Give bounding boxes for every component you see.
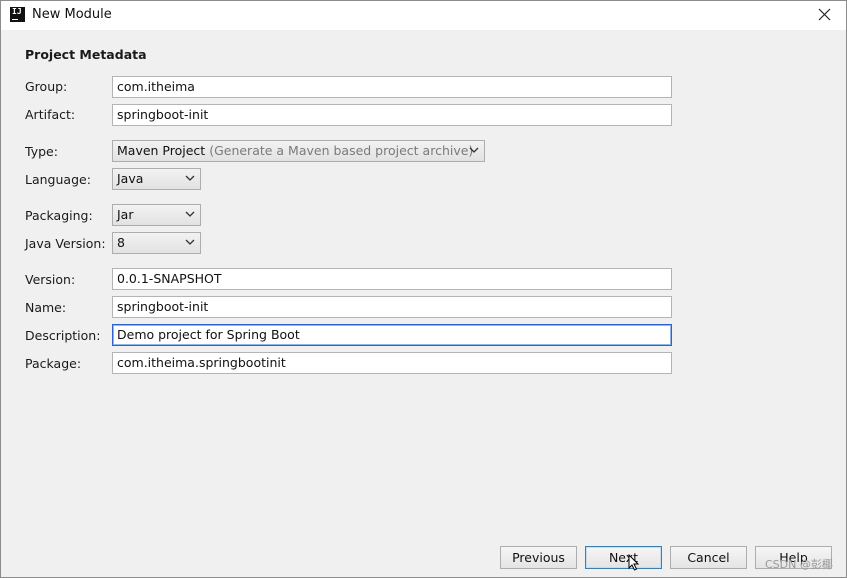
- description-field[interactable]: Demo project for Spring Boot: [112, 324, 672, 346]
- chevron-down-icon: [469, 147, 479, 153]
- cancel-button[interactable]: Cancel: [670, 546, 747, 569]
- close-button[interactable]: [810, 3, 840, 27]
- language-select-value: Java: [117, 171, 144, 186]
- language-select[interactable]: Java: [112, 168, 201, 190]
- package-label: Package:: [25, 356, 82, 371]
- watermark: CSDN @彭椰: [765, 558, 833, 571]
- chevron-down-icon: [185, 239, 195, 245]
- title-bar: IJ New Module: [1, 1, 846, 30]
- java-version-select[interactable]: 8: [112, 232, 201, 254]
- close-icon: [818, 8, 831, 21]
- language-label: Language:: [25, 172, 91, 187]
- version-field[interactable]: 0.0.1-SNAPSHOT: [112, 268, 672, 290]
- packaging-label: Packaging:: [25, 208, 93, 223]
- type-label: Type:: [25, 144, 58, 159]
- package-field[interactable]: com.itheima.springbootinit: [112, 352, 672, 374]
- description-label: Description:: [25, 328, 101, 343]
- type-select-value: Maven Project: [117, 143, 206, 158]
- group-field[interactable]: com.itheima: [112, 76, 672, 98]
- packaging-select[interactable]: Jar: [112, 204, 201, 226]
- next-button[interactable]: Next: [585, 546, 662, 569]
- chevron-down-icon: [185, 211, 195, 217]
- intellij-idea-icon: IJ: [10, 7, 25, 22]
- artifact-field[interactable]: springboot-init: [112, 104, 672, 126]
- new-module-dialog: IJ New Module Project Metadata Group: co…: [0, 0, 847, 578]
- packaging-select-value: Jar: [117, 207, 134, 222]
- type-select[interactable]: Maven Project (Generate a Maven based pr…: [112, 140, 485, 162]
- group-label: Group:: [25, 79, 68, 94]
- section-title: Project Metadata: [25, 47, 147, 62]
- window-title: New Module: [32, 7, 112, 22]
- name-field[interactable]: springboot-init: [112, 296, 672, 318]
- version-label: Version:: [25, 272, 76, 287]
- java-version-label: Java Version:: [25, 236, 106, 251]
- java-version-select-value: 8: [117, 235, 125, 250]
- previous-button[interactable]: Previous: [500, 546, 577, 569]
- name-label: Name:: [25, 300, 67, 315]
- chevron-down-icon: [185, 175, 195, 181]
- type-select-hint: (Generate a Maven based project archive): [209, 143, 474, 158]
- mouse-pointer-icon: [628, 554, 639, 571]
- artifact-label: Artifact:: [25, 107, 76, 122]
